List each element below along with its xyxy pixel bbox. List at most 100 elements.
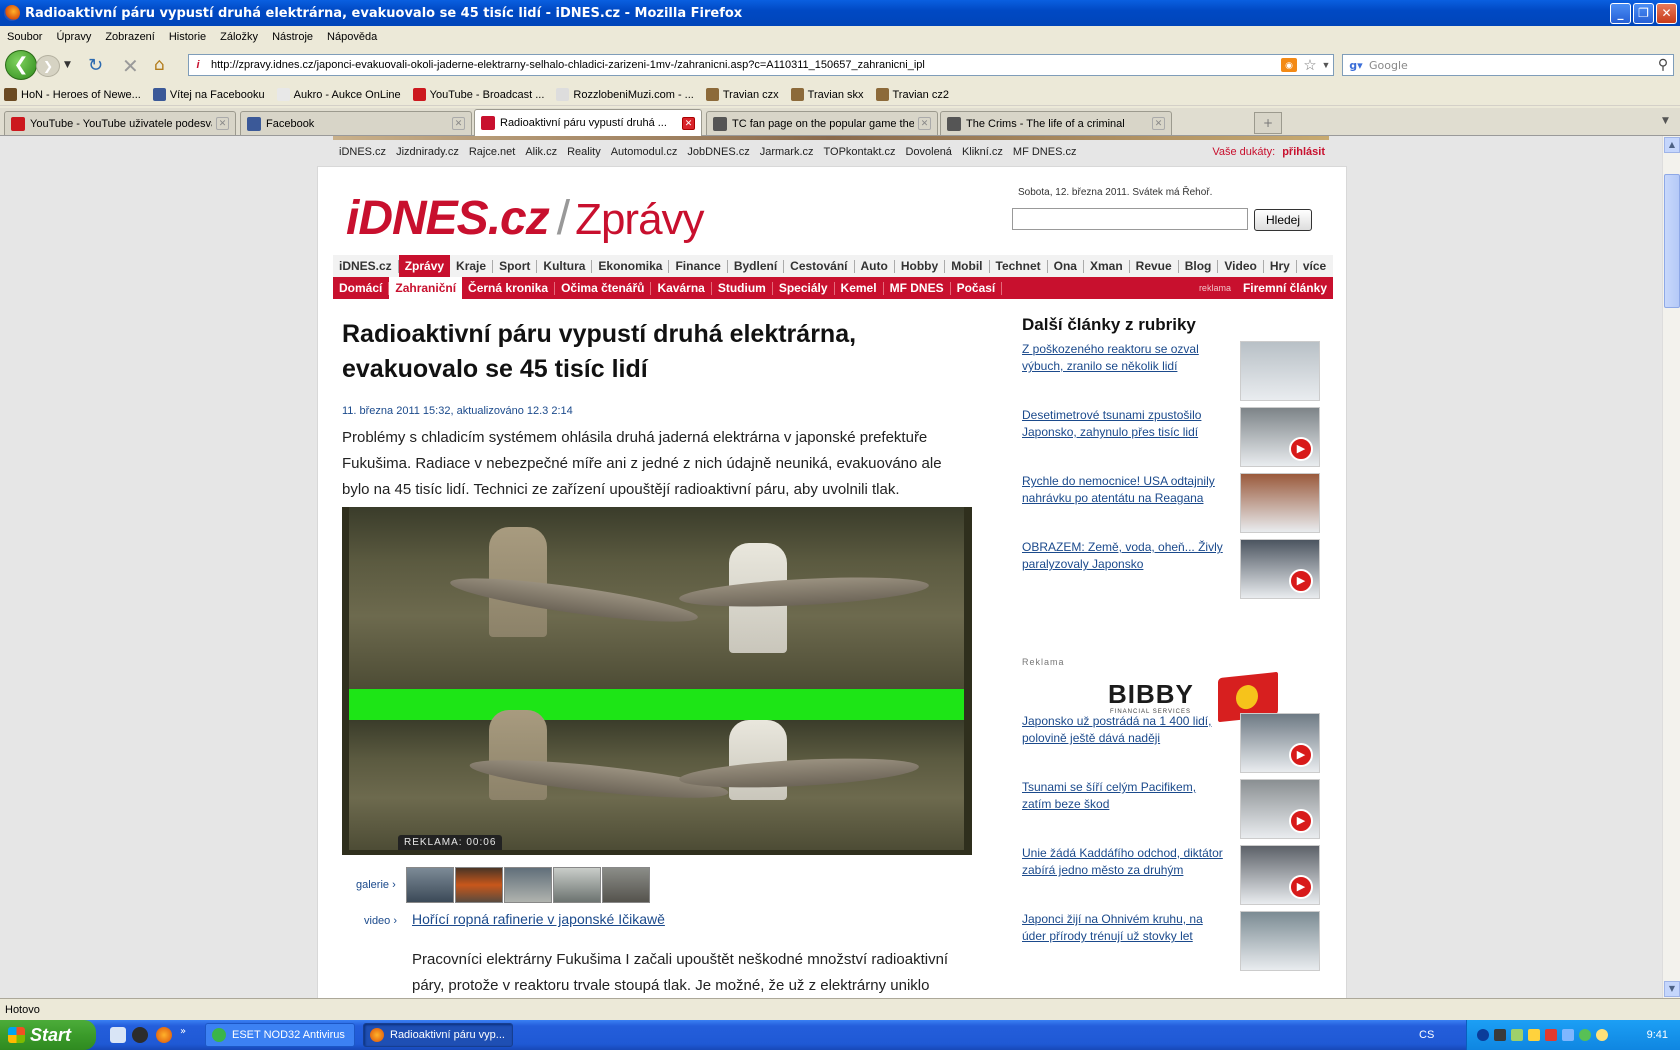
bookmark-item[interactable]: Travian czx xyxy=(702,88,779,101)
nav-item[interactable]: Hry xyxy=(1264,259,1297,273)
portal-link[interactable]: Rajce.net xyxy=(469,146,515,158)
bookmark-item[interactable]: Travian skx xyxy=(787,88,864,101)
sidebar-article-thumb[interactable] xyxy=(1240,911,1320,971)
play-icon[interactable]: ▶ xyxy=(1289,569,1313,593)
gallery-thumb[interactable] xyxy=(455,867,503,903)
sidebar-article-link[interactable]: Z poškozeného reaktoru se ozval výbuch, … xyxy=(1022,341,1227,375)
bookmark-item[interactable]: Aukro - Aukce OnLine xyxy=(273,88,401,101)
minimize-button[interactable]: _ xyxy=(1610,3,1631,24)
subnav-item[interactable]: MF DNES xyxy=(884,281,951,295)
back-button[interactable]: ❮ xyxy=(5,50,37,80)
site-identity-icon[interactable]: i xyxy=(189,59,207,71)
subnav-item[interactable]: Speciály xyxy=(773,281,835,295)
scroll-down-icon[interactable]: ▼ xyxy=(1664,981,1680,997)
new-tab-button[interactable]: + xyxy=(1254,112,1282,134)
close-window-button[interactable]: ✕ xyxy=(1656,3,1677,24)
tray-app-icon[interactable] xyxy=(1494,1029,1506,1041)
site-search-input[interactable] xyxy=(1012,208,1248,230)
url-bar[interactable]: i http://zpravy.idnes.cz/japonci-evakuov… xyxy=(188,54,1334,76)
portal-link[interactable]: Jizdnirady.cz xyxy=(396,146,459,158)
sidebar-article[interactable]: Japonsko už postrádá na 1 400 lidí, polo… xyxy=(1022,713,1320,775)
tab-list-icon[interactable]: ▼ xyxy=(1662,116,1669,126)
tab-close-icon[interactable]: ✕ xyxy=(1152,117,1165,130)
subnav-item[interactable]: Studium xyxy=(712,281,773,295)
reload-icon[interactable]: ↻ xyxy=(88,55,103,76)
bookmark-item[interactable]: YouTube - Broadcast ... xyxy=(409,88,544,101)
subnav-item[interactable]: Očima čtenářů xyxy=(555,281,652,295)
subnav-firemni-clanky[interactable]: Firemní články xyxy=(1237,281,1333,295)
subnav-item[interactable]: Černá kronika xyxy=(462,281,556,295)
tab-close-icon[interactable]: ✕ xyxy=(682,116,695,130)
gallery-thumb[interactable] xyxy=(406,867,454,903)
sidebar-article[interactable]: Japonci žijí na Ohnivém kruhu, na úder p… xyxy=(1022,911,1320,973)
rss-feed-icon[interactable]: ◉ xyxy=(1281,58,1297,72)
sidebar-article-link[interactable]: Rychle do nemocnice! USA odtajnily nahrá… xyxy=(1022,473,1227,507)
sidebar-article[interactable]: Unie žádá Kaddáfího odchod, diktátor zab… xyxy=(1022,845,1320,907)
firefox-launch-icon[interactable] xyxy=(156,1027,172,1043)
home-icon[interactable]: ⌂ xyxy=(154,55,165,75)
nav-item[interactable]: Blog xyxy=(1179,259,1219,273)
play-icon[interactable]: ▶ xyxy=(1289,743,1313,767)
bookmark-item[interactable]: HoN - Heroes of Newe... xyxy=(0,88,141,101)
nav-item[interactable]: Mobil xyxy=(945,259,990,273)
portal-link[interactable]: iDNES.cz xyxy=(339,146,386,158)
search-icon[interactable]: ⚲ xyxy=(1653,57,1673,73)
sidebar-article-link[interactable]: OBRAZEM: Země, voda, oheň... Živly paral… xyxy=(1022,539,1227,573)
show-desktop-icon[interactable] xyxy=(110,1027,126,1043)
restore-button[interactable]: ❐ xyxy=(1633,3,1654,24)
tray-volume-icon[interactable] xyxy=(1562,1029,1574,1041)
sidebar-article-link[interactable]: Japonci žijí na Ohnivém kruhu, na úder p… xyxy=(1022,911,1227,945)
nav-item[interactable]: Revue xyxy=(1130,259,1179,273)
tray-security-icon[interactable] xyxy=(1545,1029,1557,1041)
nav-item[interactable]: Auto xyxy=(855,259,895,273)
site-search-button[interactable]: Hledej xyxy=(1254,209,1312,231)
history-dropdown-icon[interactable]: ▼ xyxy=(64,60,71,70)
login-link[interactable]: přihlásit xyxy=(1282,146,1325,158)
quicklaunch-expand-icon[interactable]: » xyxy=(180,1026,186,1037)
vertical-scrollbar[interactable]: ▲ ▼ xyxy=(1662,136,1680,998)
portal-link[interactable]: JobDNES.cz xyxy=(687,146,749,158)
scroll-up-icon[interactable]: ▲ xyxy=(1664,137,1680,153)
tray-app-icon[interactable] xyxy=(1528,1029,1540,1041)
tab-3[interactable]: Radioaktivní páru vypustí druhá ... ✕ xyxy=(474,109,702,136)
portal-link[interactable]: TOPkontakt.cz xyxy=(824,146,896,158)
nav-item[interactable]: více xyxy=(1297,259,1332,273)
sidebar-article-link[interactable]: Unie žádá Kaddáfího odchod, diktátor zab… xyxy=(1022,845,1227,879)
sidebar-article-thumb[interactable]: ▶ xyxy=(1240,845,1320,905)
menu-upravy[interactable]: Úpravy xyxy=(49,31,98,43)
google-engine-icon[interactable]: g▾ xyxy=(1343,59,1369,72)
menu-soubor[interactable]: Soubor xyxy=(0,31,49,43)
play-icon[interactable]: ▶ xyxy=(1289,809,1313,833)
portal-link[interactable]: Jarmark.cz xyxy=(760,146,814,158)
sidebar-article-thumb[interactable]: ▶ xyxy=(1240,713,1320,773)
nav-item[interactable]: Technet xyxy=(990,259,1048,273)
portal-link[interactable]: Klikní.cz xyxy=(962,146,1003,158)
stop-icon[interactable]: ✕ xyxy=(122,54,139,78)
subnav-item[interactable]: Počasí xyxy=(951,281,1003,295)
tab-close-icon[interactable]: ✕ xyxy=(918,117,931,130)
subnav-item[interactable]: Zahraniční xyxy=(389,277,463,299)
sidebar-article[interactable]: Tsunami se šíří celým Pacifikem, zatím b… xyxy=(1022,779,1320,841)
sidebar-article-thumb[interactable] xyxy=(1240,473,1320,533)
menu-zobrazeni[interactable]: Zobrazení xyxy=(98,31,162,43)
menu-zalozky[interactable]: Záložky xyxy=(213,31,265,43)
gallery-thumb[interactable] xyxy=(504,867,552,903)
nav-item[interactable]: Video xyxy=(1218,259,1264,273)
idnes-logo[interactable]: iDNES.cz / Zprávy xyxy=(346,191,705,246)
sidebar-article[interactable]: Desetimetrové tsunami zpustošilo Japonsk… xyxy=(1022,407,1320,469)
nav-item[interactable]: Zprávy xyxy=(398,255,451,277)
nav-item[interactable]: Cestování xyxy=(784,259,855,273)
tab-4[interactable]: TC fan page on the popular game thecr...… xyxy=(706,111,938,135)
tab-5[interactable]: The Crims - The life of a criminal ✕ xyxy=(940,111,1172,135)
sidebar-article-thumb[interactable]: ▶ xyxy=(1240,779,1320,839)
forward-button[interactable]: ❯ xyxy=(36,55,60,77)
tab-close-icon[interactable]: ✕ xyxy=(216,117,229,130)
related-video-link[interactable]: Hořící ropná rafinerie v japonské Ičikaw… xyxy=(412,911,665,927)
scroll-thumb[interactable] xyxy=(1664,174,1680,308)
start-button[interactable]: Start xyxy=(0,1020,96,1050)
bookmark-item[interactable]: Travian cz2 xyxy=(872,88,949,101)
play-icon[interactable]: ▶ xyxy=(1289,437,1313,461)
play-icon[interactable]: ▶ xyxy=(1289,875,1313,899)
nav-item[interactable]: iDNES.cz xyxy=(333,259,399,273)
nav-item[interactable]: Ona xyxy=(1048,259,1084,273)
